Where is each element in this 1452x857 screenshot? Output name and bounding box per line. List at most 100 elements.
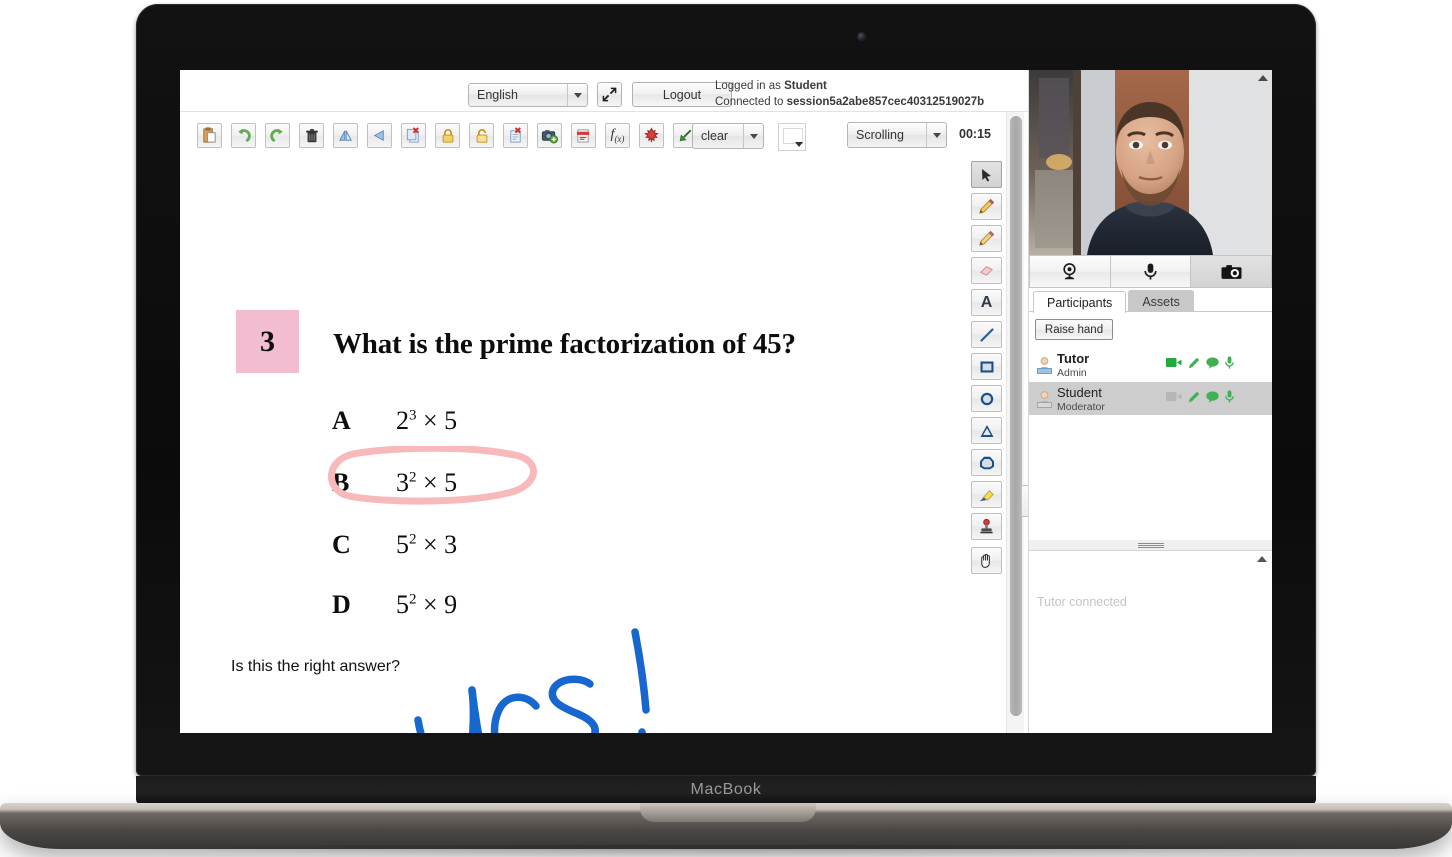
logged-in-user: Student	[784, 80, 827, 92]
formula-button[interactable]: f(x)	[605, 123, 630, 148]
media-button-row	[1029, 255, 1272, 288]
delete-button[interactable]	[299, 123, 324, 148]
pencil-icon[interactable]	[1188, 391, 1200, 403]
participant-name-tutor: Tutor	[1057, 351, 1090, 366]
text-tool[interactable]: A	[971, 289, 1002, 316]
chat-bubble-icon[interactable]	[1206, 390, 1219, 403]
pencil-icon[interactable]	[1188, 357, 1200, 369]
answer-value-a: 23 × 5	[396, 406, 458, 435]
hand-tool[interactable]	[971, 547, 1002, 574]
language-select-value: English	[477, 88, 518, 102]
pencil-icon	[979, 230, 995, 246]
text-a-icon: A	[980, 293, 993, 311]
circle-tool[interactable]	[971, 385, 1002, 412]
undo-button[interactable]	[231, 123, 256, 148]
laptop-base-notch	[640, 803, 816, 822]
logout-label: Logout	[662, 87, 702, 102]
paste-button[interactable]	[197, 123, 222, 148]
session-timer: 00:15	[959, 127, 991, 141]
snapshot-button[interactable]	[1191, 255, 1272, 288]
color-swatch-button[interactable]	[778, 123, 806, 151]
cursor-tool[interactable]	[971, 161, 1002, 188]
clear-select[interactable]: clear	[692, 123, 764, 149]
stamp-tool[interactable]	[971, 513, 1002, 540]
export-pdf-icon	[576, 129, 590, 143]
expand-arrows-icon	[602, 87, 617, 102]
tutor-webcam-feed[interactable]	[1029, 70, 1272, 255]
answer-value-d: 52 × 9	[396, 590, 458, 619]
chat-splitter[interactable]	[1029, 540, 1272, 550]
hand-icon	[981, 553, 990, 568]
unlock-button[interactable]	[469, 123, 494, 148]
handwriting-annotation	[414, 628, 650, 733]
question-number-box: 3	[236, 310, 299, 373]
lock-button[interactable]	[435, 123, 460, 148]
remove-document-button[interactable]	[503, 123, 528, 148]
chat-bubble-icon[interactable]	[1206, 356, 1219, 369]
flip-vertical-button[interactable]	[333, 123, 358, 148]
mode-select[interactable]: Scrolling	[847, 122, 947, 148]
pencil-icon	[979, 198, 995, 214]
add-snapshot-icon	[541, 130, 558, 144]
eraser-tool[interactable]	[971, 257, 1002, 284]
screen: English Logout Logged in as Student Conn…	[180, 70, 1272, 733]
flip-horizontal-button[interactable]	[367, 123, 392, 148]
whiteboard-canvas[interactable]: 3 What is the prime factorization of 45?…	[180, 158, 1008, 733]
scroll-up-arrow-icon[interactable]	[1258, 75, 1268, 81]
redo-button[interactable]	[265, 123, 290, 148]
video-camera-icon[interactable]	[1166, 391, 1182, 402]
triangle-tool[interactable]	[971, 417, 1002, 444]
circle-icon	[980, 392, 993, 405]
redo-icon	[270, 128, 283, 142]
laptop-mockup: English Logout Logged in as Student Conn…	[0, 0, 1452, 857]
microphone-icon[interactable]	[1225, 356, 1234, 369]
answer-option-b: B 32 × 5	[332, 468, 457, 498]
participant-list: Tutor Admin Student Moderator	[1029, 348, 1272, 548]
avatar-icon	[1037, 357, 1052, 374]
logged-in-line: Logged in as Student	[715, 78, 1015, 94]
eraser-icon	[980, 266, 993, 276]
chevron-down-icon	[567, 84, 587, 106]
highlighter-tool[interactable]	[971, 481, 1002, 508]
tab-participants-label: Participants	[1047, 295, 1113, 310]
maple-button[interactable]	[639, 123, 664, 148]
scroll-up-arrow-icon[interactable]	[1257, 556, 1267, 562]
microphone-button[interactable]	[1110, 255, 1192, 288]
right-panel: Participants Assets Raise hand Tutor Adm…	[1028, 70, 1272, 733]
stamp-icon	[980, 518, 993, 534]
tab-assets[interactable]: Assets	[1128, 290, 1194, 312]
pencil-tool[interactable]	[971, 193, 1002, 220]
mode-select-value: Scrolling	[856, 128, 904, 142]
rectangle-tool[interactable]	[971, 353, 1002, 380]
session-id: session5a2abe857cec40312519027b	[786, 96, 985, 108]
chat-panel[interactable]: Tutor connected	[1029, 550, 1272, 733]
logged-in-prefix: Logged in as	[715, 80, 785, 92]
fullscreen-button[interactable]	[597, 82, 622, 107]
delete-page-button[interactable]	[401, 123, 426, 148]
answer-option-a: A 23 × 5	[332, 406, 457, 436]
raise-hand-button[interactable]: Raise hand	[1035, 319, 1113, 340]
export-pdf-button[interactable]	[571, 123, 596, 148]
flip-vertical-icon	[339, 130, 352, 141]
participant-row-student[interactable]: Student Moderator	[1029, 382, 1272, 415]
lock-closed-icon	[442, 128, 453, 143]
clear-select-value: clear	[701, 129, 729, 143]
panel-tabs: Participants Assets	[1029, 290, 1272, 313]
microphone-icon[interactable]	[1225, 390, 1234, 403]
webcam-icon	[1063, 263, 1076, 280]
video-camera-icon[interactable]	[1166, 357, 1182, 368]
polygon-icon	[979, 456, 994, 469]
whiteboard-scroll-thumb[interactable]	[1010, 116, 1022, 716]
webcam-button[interactable]	[1029, 255, 1111, 288]
add-snapshot-button[interactable]	[537, 123, 562, 148]
pencil2-tool[interactable]	[971, 225, 1002, 252]
language-select[interactable]: English	[468, 83, 588, 107]
webcam-image	[1029, 70, 1272, 255]
participant-row-tutor[interactable]: Tutor Admin	[1029, 348, 1272, 381]
participant-name-student: Student	[1057, 385, 1102, 400]
whiteboard-scrollbar[interactable]	[1006, 112, 1024, 733]
polygon-tool[interactable]	[971, 449, 1002, 476]
line-tool[interactable]	[971, 321, 1002, 348]
paste-icon	[203, 127, 216, 143]
tab-participants[interactable]: Participants	[1033, 291, 1127, 313]
